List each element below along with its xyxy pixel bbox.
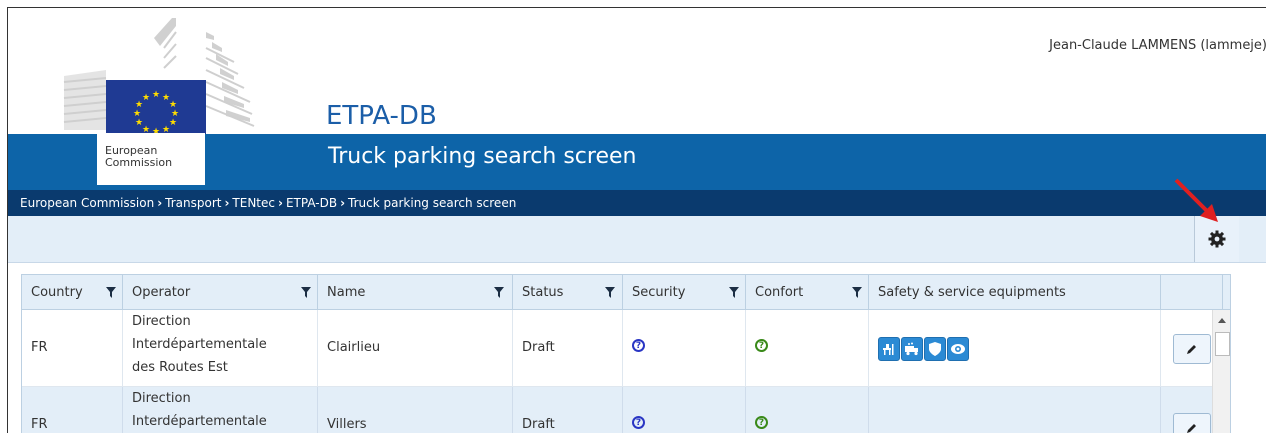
filter-icon[interactable]: [852, 287, 862, 298]
column-header-equipments[interactable]: Safety & service equipments: [869, 275, 1161, 309]
cell-actions: [1161, 310, 1212, 386]
edit-button[interactable]: [1173, 413, 1211, 433]
breadcrumb-item-european-commission[interactable]: European Commission: [20, 196, 154, 210]
breadcrumb-bar: European Commission › Transport › TENtec › ETP…: [8, 190, 1266, 216]
logo-text-line2: Commission: [105, 156, 173, 169]
column-label: Country: [31, 285, 83, 300]
eye-icon: [947, 337, 969, 361]
security-unknown-icon[interactable]: ?: [632, 339, 645, 352]
red-arrow-annotation: [1174, 178, 1218, 222]
column-label: Name: [327, 285, 366, 300]
breadcrumb-item-tentec[interactable]: TENtec: [232, 196, 275, 210]
cell-actions: [1161, 387, 1212, 433]
column-label: Operator: [132, 285, 191, 300]
column-header-security[interactable]: Security: [623, 275, 746, 309]
column-header-country[interactable]: Country: [22, 275, 123, 309]
breadcrumb: European Commission › Transport › TENtec › ETP…: [20, 196, 516, 210]
pencil-icon: [1187, 345, 1196, 354]
breadcrumb-separator-icon: ›: [340, 196, 346, 210]
toolbar: [8, 216, 1266, 263]
user-name[interactable]: Jean-Claude LAMMENS (lammeje): [1049, 38, 1266, 53]
column-header-name[interactable]: Name: [318, 275, 513, 309]
operator-line: Direction: [132, 391, 191, 406]
table-row[interactable]: FR Direction Interdépartementale des Rou…: [22, 310, 1212, 387]
security-unknown-icon[interactable]: ?: [632, 416, 645, 429]
filter-icon[interactable]: [301, 287, 311, 298]
cell-country: FR: [22, 387, 123, 433]
svg-text:★: ★: [135, 118, 143, 128]
scrollbar-thumb[interactable]: [1215, 332, 1230, 356]
grid-header: Country Operator Name Status Security Co…: [22, 275, 1230, 310]
column-header-confort[interactable]: Confort: [746, 275, 869, 309]
column-label: Security: [632, 285, 686, 300]
cell-operator: Direction Interdépartementale des Routes…: [123, 310, 318, 386]
cell-status: Draft: [513, 387, 623, 433]
svg-text:★: ★: [142, 93, 150, 103]
confort-unknown-icon[interactable]: ?: [755, 416, 768, 429]
shield-icon: [924, 337, 946, 361]
filter-icon[interactable]: [494, 287, 504, 298]
page-subtitle: Truck parking search screen: [328, 144, 637, 169]
commission-label-box: European Commission: [97, 133, 205, 185]
breadcrumb-separator-icon: ›: [224, 196, 230, 210]
edit-button[interactable]: [1173, 334, 1211, 364]
cell-country: FR: [22, 310, 123, 386]
cell-confort: ?: [746, 387, 869, 433]
cell-name: Villers: [318, 387, 513, 433]
app-window: Jean-Claude LAMMENS (lammeje) ★ ★ ★ ★ ★ …: [7, 7, 1266, 433]
filter-icon[interactable]: [106, 287, 116, 298]
column-header-operator[interactable]: Operator: [123, 275, 318, 309]
filter-icon[interactable]: [605, 287, 615, 298]
cell-confort: ?: [746, 310, 869, 386]
breadcrumb-separator-icon: ›: [278, 196, 283, 210]
breadcrumb-item-etpa-db[interactable]: ETPA-DB: [286, 196, 337, 210]
cell-status: Draft: [513, 310, 623, 386]
operator-line: Interdépartementale: [132, 337, 267, 352]
operator-line: des Routes Est: [132, 360, 228, 375]
column-header-actions: [1161, 275, 1223, 309]
truck-wash-icon: [901, 337, 923, 361]
table-row[interactable]: FR Direction Interdépartementale Villers…: [22, 387, 1212, 433]
breadcrumb-item-current: Truck parking search screen: [348, 196, 517, 210]
breadcrumb-item-transport[interactable]: Transport: [165, 196, 221, 210]
svg-text:★: ★: [152, 90, 160, 100]
confort-unknown-icon[interactable]: ?: [755, 339, 768, 352]
app-title: ETPA-DB: [326, 101, 437, 131]
cell-security: ?: [623, 387, 746, 433]
vertical-scrollbar[interactable]: [1212, 310, 1231, 433]
truck-parking-grid: Country Operator Name Status Security Co…: [21, 274, 1231, 433]
svg-text:★: ★: [133, 109, 141, 119]
cell-equipments: [869, 387, 1161, 433]
cell-name: Clairlieu: [318, 310, 513, 386]
column-label: Status: [522, 285, 564, 300]
column-header-status[interactable]: Status: [513, 275, 623, 309]
svg-text:★: ★: [169, 118, 177, 128]
cell-operator: Direction Interdépartementale: [123, 387, 318, 433]
operator-line: Direction: [132, 314, 191, 329]
operator-line: Interdépartementale: [132, 414, 267, 429]
gear-icon: [1208, 230, 1226, 248]
cell-equipments: [869, 310, 1161, 386]
scroll-up-icon[interactable]: [1213, 314, 1231, 328]
cell-security: ?: [623, 310, 746, 386]
column-label: Confort: [755, 285, 804, 300]
filter-icon[interactable]: [729, 287, 739, 298]
restaurant-icon: [878, 337, 900, 361]
column-label: Safety & service equipments: [878, 285, 1066, 300]
pencil-icon: [1187, 424, 1196, 433]
breadcrumb-separator-icon: ›: [157, 196, 163, 210]
